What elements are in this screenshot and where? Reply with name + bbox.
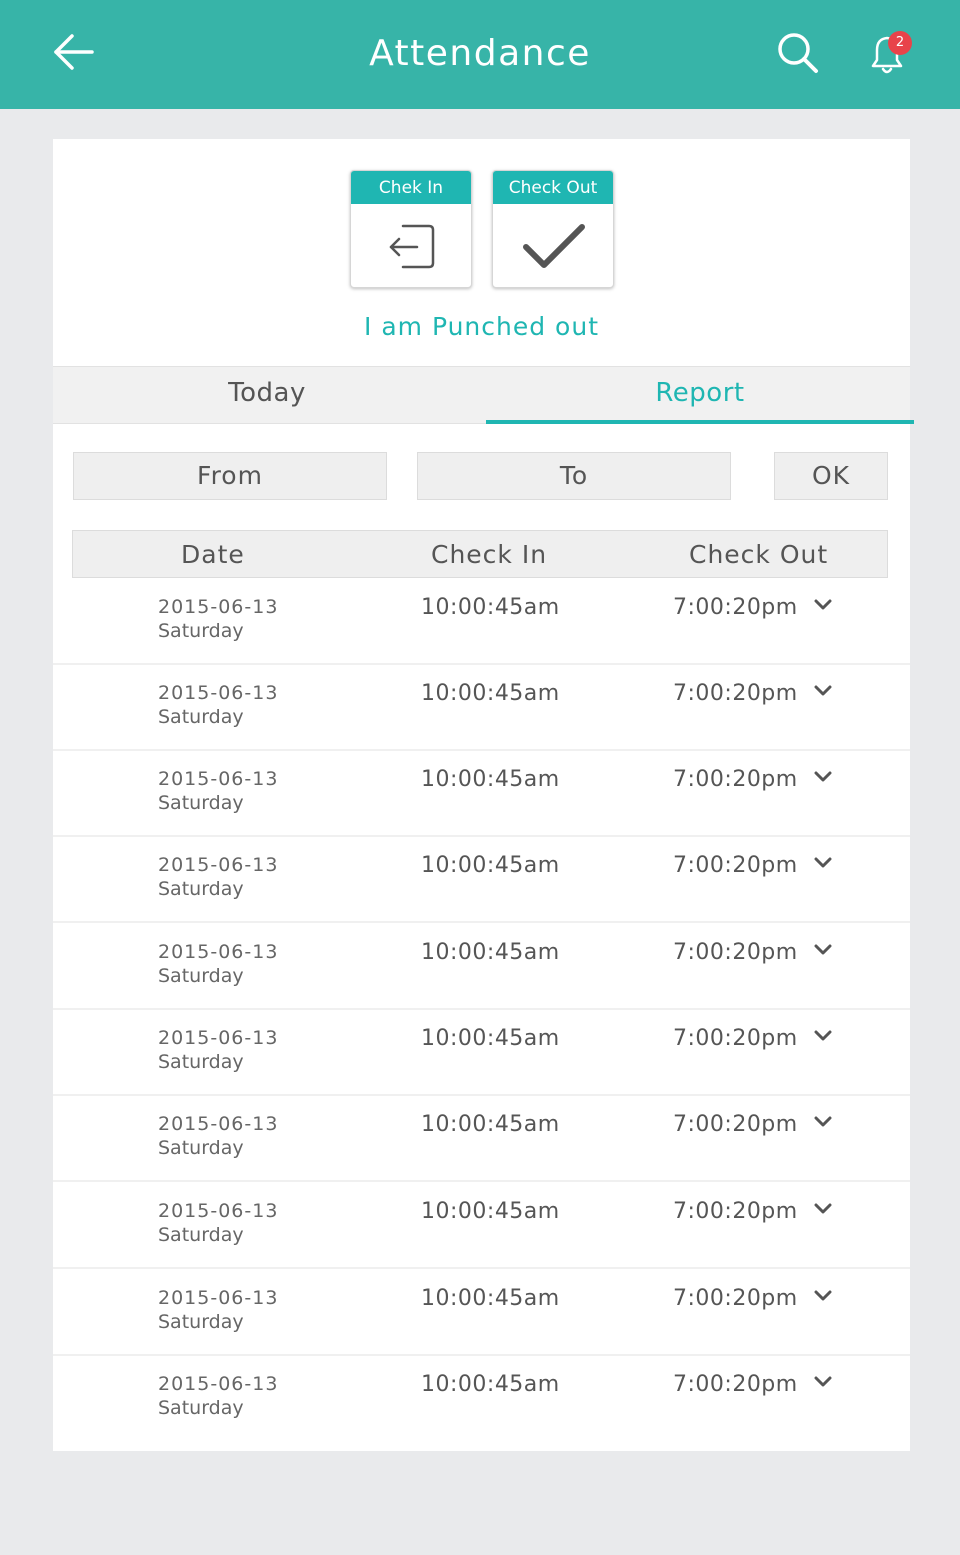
row-check-in-time: 10:00:45am	[421, 940, 560, 965]
check-out-button[interactable]: Check Out	[492, 170, 614, 288]
row-date: 2015-06-13	[158, 854, 279, 876]
to-date-button[interactable]: To	[417, 452, 731, 500]
row-check-in-time: 10:00:45am	[421, 1286, 560, 1311]
row-check-out-time: 7:00:20pm	[673, 767, 798, 792]
table-header: Date Check In Check Out	[72, 530, 888, 578]
attendance-card: Chek In Check Out I am Punched out Today…	[53, 139, 914, 1451]
chevron-down-icon[interactable]	[814, 1203, 832, 1215]
row-weekday: Saturday	[158, 1311, 244, 1333]
punch-status-text: I am Punched out	[364, 312, 599, 341]
tab-bar: Today Report	[53, 366, 914, 424]
row-date: 2015-06-13	[158, 1200, 279, 1222]
check-out-label: Check Out	[493, 171, 613, 204]
column-header-date: Date	[181, 540, 245, 569]
row-date: 2015-06-13	[158, 768, 279, 790]
chevron-down-icon[interactable]	[814, 1376, 832, 1388]
column-header-check-in: Check In	[431, 540, 548, 569]
check-in-label: Chek In	[351, 171, 471, 204]
row-date: 2015-06-13	[158, 682, 279, 704]
row-weekday: Saturday	[158, 878, 244, 900]
table-row[interactable]: 2015-06-13 Saturday 10:00:45am 7:00:20pm	[53, 1270, 910, 1356]
chevron-down-icon[interactable]	[814, 771, 832, 783]
row-check-out-time: 7:00:20pm	[673, 1199, 798, 1224]
table-row[interactable]: 2015-06-13 Saturday 10:00:45am 7:00:20pm	[53, 665, 910, 751]
table-row[interactable]: 2015-06-13 Saturday 10:00:45am 7:00:20pm	[53, 837, 910, 923]
row-check-in-time: 10:00:45am	[421, 1112, 560, 1137]
row-check-in-time: 10:00:45am	[421, 595, 560, 620]
chevron-down-icon[interactable]	[814, 1290, 832, 1302]
row-date: 2015-06-13	[158, 596, 279, 618]
row-date: 2015-06-13	[158, 941, 279, 963]
sign-in-icon	[389, 224, 435, 269]
tab-today[interactable]: Today	[53, 367, 481, 424]
row-date: 2015-06-13	[158, 1287, 279, 1309]
row-check-out-time: 7:00:20pm	[673, 595, 798, 620]
row-check-in-time: 10:00:45am	[421, 1026, 560, 1051]
row-weekday: Saturday	[158, 1224, 244, 1246]
row-check-in-time: 10:00:45am	[421, 1199, 560, 1224]
chevron-down-icon[interactable]	[814, 944, 832, 956]
from-date-button[interactable]: From	[73, 452, 387, 500]
table-row[interactable]: 2015-06-13 Saturday 10:00:45am 7:00:20pm	[53, 579, 910, 665]
table-row[interactable]: 2015-06-13 Saturday 10:00:45am 7:00:20pm	[53, 1356, 910, 1442]
row-date: 2015-06-13	[158, 1113, 279, 1135]
row-check-out-time: 7:00:20pm	[673, 1286, 798, 1311]
row-weekday: Saturday	[158, 1397, 244, 1419]
chevron-down-icon[interactable]	[814, 857, 832, 869]
row-date: 2015-06-13	[158, 1373, 279, 1395]
chevron-down-icon[interactable]	[814, 1030, 832, 1042]
tab-report[interactable]: Report	[486, 367, 914, 424]
app-header: Attendance 2	[0, 0, 960, 109]
row-weekday: Saturday	[158, 620, 244, 642]
row-check-in-time: 10:00:45am	[421, 853, 560, 878]
row-check-out-time: 7:00:20pm	[673, 681, 798, 706]
table-row[interactable]: 2015-06-13 Saturday 10:00:45am 7:00:20pm	[53, 1183, 910, 1269]
table-row[interactable]: 2015-06-13 Saturday 10:00:45am 7:00:20pm	[53, 924, 910, 1010]
chevron-down-icon[interactable]	[814, 1116, 832, 1128]
row-date: 2015-06-13	[158, 1027, 279, 1049]
row-check-in-time: 10:00:45am	[421, 767, 560, 792]
table-row[interactable]: 2015-06-13 Saturday 10:00:45am 7:00:20pm	[53, 751, 910, 837]
chevron-down-icon[interactable]	[814, 685, 832, 697]
chevron-down-icon[interactable]	[814, 599, 832, 611]
row-weekday: Saturday	[158, 1051, 244, 1073]
checkmark-icon	[523, 224, 585, 268]
row-check-in-time: 10:00:45am	[421, 1372, 560, 1397]
row-check-out-time: 7:00:20pm	[673, 940, 798, 965]
row-check-in-time: 10:00:45am	[421, 681, 560, 706]
check-in-button[interactable]: Chek In	[350, 170, 472, 288]
notification-count-badge: 2	[888, 31, 912, 55]
row-weekday: Saturday	[158, 965, 244, 987]
row-check-out-time: 7:00:20pm	[673, 1372, 798, 1397]
table-row[interactable]: 2015-06-13 Saturday 10:00:45am 7:00:20pm	[53, 1010, 910, 1096]
ok-button[interactable]: OK	[774, 452, 888, 500]
search-icon[interactable]	[775, 30, 821, 76]
row-check-out-time: 7:00:20pm	[673, 1112, 798, 1137]
row-check-out-time: 7:00:20pm	[673, 853, 798, 878]
row-check-out-time: 7:00:20pm	[673, 1026, 798, 1051]
row-weekday: Saturday	[158, 706, 244, 728]
column-header-check-out: Check Out	[689, 540, 829, 569]
row-weekday: Saturday	[158, 792, 244, 814]
row-weekday: Saturday	[158, 1137, 244, 1159]
table-row[interactable]: 2015-06-13 Saturday 10:00:45am 7:00:20pm	[53, 1096, 910, 1182]
